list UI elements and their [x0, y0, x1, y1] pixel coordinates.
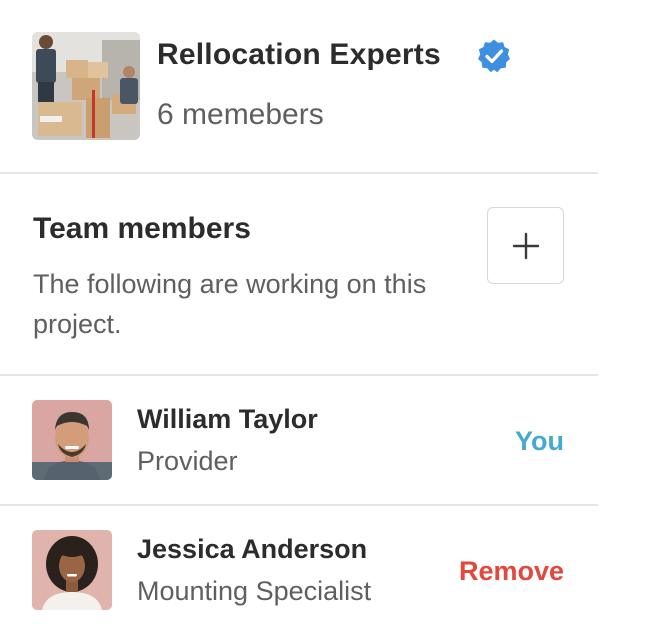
- verified-badge-icon: [476, 38, 512, 74]
- member-role: Mounting Specialist: [137, 576, 372, 606]
- team-panel: Rellocation Experts 6 memebers Team memb…: [0, 0, 598, 634]
- member-row: Jessica Anderson Mounting Specialist Rem…: [0, 520, 598, 620]
- remove-member-button[interactable]: Remove: [459, 556, 564, 587]
- avatar: [32, 400, 112, 480]
- divider: [0, 374, 598, 376]
- add-member-button[interactable]: [487, 207, 564, 284]
- company-name: Rellocation Experts: [157, 38, 441, 71]
- section-title: Team members: [33, 212, 251, 245]
- section-description: The following are working on this projec…: [33, 269, 427, 339]
- member-name: William Taylor: [137, 404, 318, 434]
- plus-icon: [512, 232, 540, 260]
- divider: [0, 172, 598, 174]
- member-role: Provider: [137, 446, 238, 476]
- avatar: [32, 530, 112, 610]
- member-row: William Taylor Provider You: [0, 390, 598, 490]
- company-photo: [32, 32, 140, 140]
- divider: [0, 504, 598, 506]
- you-label: You: [515, 426, 564, 456]
- member-name: Jessica Anderson: [137, 534, 368, 564]
- member-count: 6 memebers: [157, 98, 324, 131]
